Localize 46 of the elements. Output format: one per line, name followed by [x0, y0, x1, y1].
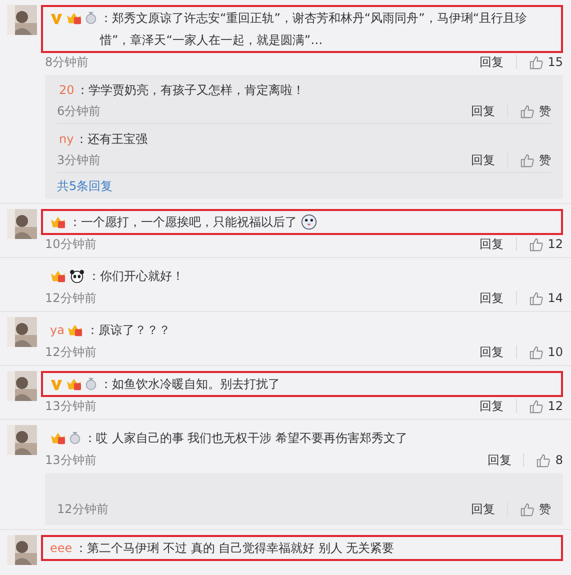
reply-text: ：还有王宝强 [76, 131, 148, 148]
timestamp: 8分钟前 [45, 54, 89, 71]
thumbs-up-icon [528, 290, 544, 306]
like-button[interactable]: 14 [528, 289, 563, 307]
timestamp: 6分钟前 [57, 103, 101, 120]
like-button[interactable]: 赞 [520, 151, 551, 169]
comment-text: ：原谅了？？？ [86, 322, 170, 339]
thumbs-up-icon [536, 452, 552, 468]
timestamp: 13分钟前 [45, 452, 96, 469]
comment-text: ：一个愿打，一个愿挨吧，只能祝福以后了 [69, 214, 297, 231]
thumbs-up-icon [528, 398, 544, 414]
reply-link[interactable]: 回复 [480, 397, 504, 415]
thumbs-up-icon [520, 152, 535, 168]
comment-text: ：第二个马伊琍 不过 真的 自己觉得幸福就好 别人 无关紧要 [75, 540, 394, 557]
comment-text: ：郑秀文原谅了许志安“重回正轨”，谢杏芳和林丹“风雨同舟”，马伊琍“且行且珍惜”，章泽天“一家人在一起，就是圆满”… [100, 10, 528, 49]
timestamp: 3分钟前 [57, 152, 101, 169]
more-replies-link[interactable]: 共5条回复 [57, 179, 113, 193]
like-button[interactable]: 10 [528, 343, 563, 361]
like-button[interactable]: 赞 [520, 500, 551, 518]
reply-link[interactable]: 回复 [480, 289, 504, 307]
reply-text: ：学学贾奶亮，有孩子又怎样，肯定离啦！ [76, 82, 304, 99]
like-button[interactable]: 12 [528, 235, 563, 253]
timestamp: 13分钟前 [45, 398, 96, 415]
thumbs-up-icon [520, 104, 535, 118]
like-button[interactable]: 赞 [520, 102, 551, 120]
thumbs-up-icon [520, 502, 535, 516]
reply-link[interactable]: 回复 [471, 151, 495, 169]
thumbs-up-icon [528, 344, 544, 360]
like-button[interactable]: 15 [528, 53, 563, 71]
timestamp: 12分钟前 [57, 501, 108, 518]
reply-link[interactable]: 回复 [471, 102, 495, 120]
thumbs-up-icon [528, 54, 544, 70]
reply-link[interactable]: 回复 [487, 451, 512, 469]
comment-text: ：哎 人家自己的事 我们也无权干涉 希望不要再伤害郑秀文了 [84, 430, 408, 447]
comment-text: ：如鱼饮水冷暖自知。别去打扰了 [100, 376, 280, 393]
like-button[interactable]: 8 [536, 451, 563, 469]
timestamp: 12分钟前 [45, 344, 96, 361]
reply-link[interactable]: 回复 [480, 343, 504, 361]
timestamp: 10分钟前 [45, 236, 96, 253]
reply-link[interactable]: 回复 [480, 53, 504, 71]
comment-text: ：你们开心就好！ [88, 268, 184, 285]
thumbs-up-icon [528, 236, 544, 252]
reply-link[interactable]: 回复 [471, 500, 495, 518]
timestamp: 12分钟前 [45, 290, 96, 307]
like-button[interactable]: 12 [528, 397, 563, 415]
reply-link[interactable]: 回复 [480, 235, 504, 253]
